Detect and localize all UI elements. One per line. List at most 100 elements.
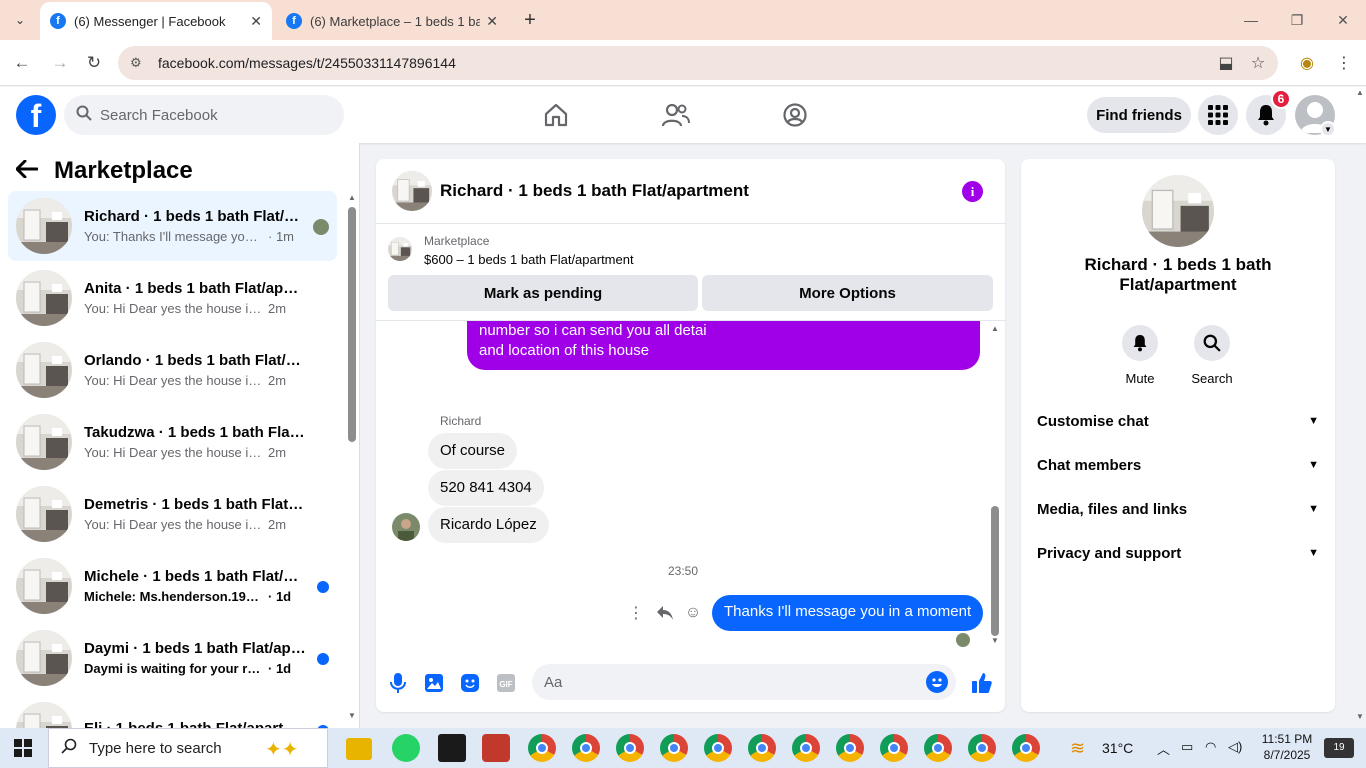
new-tab-button[interactable]: + <box>518 8 542 32</box>
reply-icon[interactable] <box>653 601 677 625</box>
back-arrow-icon[interactable] <box>15 157 39 185</box>
taskbar-search[interactable]: Type here to search ✦✦ <box>48 728 328 768</box>
search-in-chat-button[interactable]: Search <box>1182 325 1242 386</box>
friends-icon[interactable] <box>658 97 694 133</box>
menu-grid-button[interactable] <box>1198 95 1238 135</box>
customise-chat-row[interactable]: Customise chat ▼ <box>1037 409 1319 433</box>
conversation-item[interactable]: Orlando · 1 beds 1 bath Flat/apartment Yo… <box>8 335 337 405</box>
scroll-down-arrow[interactable]: ▼ <box>991 636 999 645</box>
weather-icon[interactable]: ≋ <box>1070 738 1085 759</box>
sticker-icon[interactable] <box>458 671 482 695</box>
chrome-profile-icon[interactable] <box>660 734 688 762</box>
message-input-box[interactable] <box>532 664 956 700</box>
chat-scrollbar[interactable]: ▲ ▼ <box>990 324 1000 649</box>
conversation-item[interactable]: Richard · 1 beds 1 bath Flat/apartment Yo… <box>8 191 337 261</box>
listing-price[interactable]: $600 – 1 beds 1 bath Flat/apartment <box>424 252 634 267</box>
sidebar-scrollbar[interactable]: ▲ ▼ <box>346 193 356 723</box>
chrome-profile-icon[interactable] <box>1012 734 1040 762</box>
media-files-links-row[interactable]: Media, files and links ▼ <box>1037 497 1319 521</box>
thumbs-up-icon[interactable] <box>970 671 994 695</box>
mark-pending-button[interactable]: Mark as pending <box>388 275 698 311</box>
minimize-button[interactable]: — <box>1236 8 1266 32</box>
conversation-item[interactable]: Demetris · 1 beds 1 bath Flat/apartment Y… <box>8 479 337 549</box>
volume-icon[interactable]: ◁) <box>1228 739 1242 755</box>
sender-avatar[interactable] <box>392 513 420 541</box>
chat-members-row[interactable]: Chat members ▼ <box>1037 453 1319 477</box>
whatsapp-icon[interactable] <box>392 734 420 762</box>
chrome-profile-icon[interactable] <box>572 734 600 762</box>
home-icon[interactable] <box>538 97 574 133</box>
outgoing-message-bubble[interactable]: number so i can send you all detai and l… <box>467 321 980 370</box>
page-scrollbar[interactable]: ▲ ▼ <box>1354 88 1366 728</box>
gaming-icon[interactable] <box>777 97 813 133</box>
notification-center-badge[interactable]: 19 <box>1324 738 1354 758</box>
chrome-profile-icon[interactable] <box>704 734 732 762</box>
listing-thumbnail[interactable] <box>388 237 412 261</box>
privacy-support-row[interactable]: Privacy and support ▼ <box>1037 541 1319 565</box>
chrome-profile-icon[interactable] <box>968 734 996 762</box>
more-actions-icon[interactable]: ⋮ <box>624 601 648 625</box>
temperature[interactable]: 31°C <box>1102 740 1133 756</box>
react-emoji-icon[interactable]: ☺ <box>681 601 705 625</box>
chrome-profile-icon[interactable] <box>616 734 644 762</box>
chrome-profile-icon[interactable] <box>836 734 864 762</box>
scroll-up-arrow[interactable]: ▲ <box>348 193 356 202</box>
listing-photo-avatar[interactable] <box>392 171 432 211</box>
tab-marketplace[interactable]: f (6) Marketplace – 1 beds 1 bath Flat/a… <box>276 2 508 40</box>
back-button[interactable]: ← <box>10 51 34 75</box>
chrome-profile-icon[interactable] <box>880 734 908 762</box>
scrollbar-thumb[interactable] <box>348 207 356 442</box>
site-info-icon[interactable]: ⚙ <box>130 55 146 71</box>
tab-search-icon[interactable]: ⌄ <box>8 8 32 32</box>
scrollbar-thumb[interactable] <box>991 506 999 636</box>
scroll-up-arrow[interactable]: ▲ <box>1356 88 1364 97</box>
mute-button[interactable]: Mute <box>1110 325 1170 386</box>
chrome-profile-icon[interactable] <box>924 734 952 762</box>
more-options-button[interactable]: More Options <box>702 275 993 311</box>
microphone-icon[interactable] <box>386 671 410 695</box>
browser-menu-icon[interactable]: ⋮ <box>1332 51 1356 75</box>
windows-start-icon[interactable] <box>14 739 32 757</box>
battery-icon[interactable]: ▭ <box>1181 739 1193 755</box>
restore-button[interactable]: ❐ <box>1282 8 1312 32</box>
sticky-notes-icon[interactable] <box>438 734 466 762</box>
scroll-down-arrow[interactable]: ▼ <box>348 711 356 720</box>
install-app-icon[interactable]: ⬓ <box>1214 51 1238 75</box>
tray-expand-icon[interactable]: ︿ <box>1157 739 1170 758</box>
file-explorer-icon[interactable] <box>346 738 372 760</box>
search-input[interactable] <box>100 106 320 124</box>
facebook-search[interactable] <box>64 95 344 135</box>
incoming-message-bubble[interactable]: Of course <box>428 433 518 469</box>
tab-messenger[interactable]: f (6) Messenger | Facebook ✕ <box>40 2 272 40</box>
outgoing-message-bubble[interactable]: Thanks I'll message you in a moment <box>712 595 984 631</box>
scroll-up-arrow[interactable]: ▲ <box>991 324 999 333</box>
close-tab-icon[interactable]: ✕ <box>250 13 262 30</box>
photo-icon[interactable] <box>422 671 446 695</box>
incoming-message-bubble[interactable]: 520 841 4304 <box>428 470 544 506</box>
conversation-item[interactable]: Eli · 1 beds 1 bath Flat/apartment <box>8 695 337 728</box>
scroll-down-arrow[interactable]: ▼ <box>1356 712 1364 721</box>
conversation-item[interactable]: Takudzwa · 1 beds 1 bath Flat/apartment Y… <box>8 407 337 477</box>
incoming-message-bubble[interactable]: Ricardo López <box>428 507 549 543</box>
gif-icon[interactable]: GIF <box>494 671 518 695</box>
chevron-down-icon[interactable]: ▼ <box>1320 121 1336 137</box>
facebook-logo[interactable]: f <box>16 95 56 135</box>
app-icon[interactable] <box>482 734 510 762</box>
clock[interactable]: 11:51 PM 8/7/2025 <box>1252 732 1322 762</box>
message-input[interactable] <box>544 673 904 691</box>
chat-title[interactable]: Richard · 1 beds 1 bath Flat/apartment <box>440 181 749 201</box>
emoji-icon[interactable] <box>926 671 948 693</box>
address-bar[interactable]: ⚙ facebook.com/messages/t/24550331147896… <box>118 46 1278 80</box>
conversation-item[interactable]: Anita · 1 beds 1 bath Flat/apartment You:… <box>8 263 337 333</box>
conversation-item[interactable]: Michele · 1 beds 1 bath Flat/apartment Mi… <box>8 551 337 621</box>
close-tab-icon[interactable]: ✕ <box>486 13 498 30</box>
chrome-profile-icon[interactable] <box>528 734 556 762</box>
reload-button[interactable]: ↻ <box>82 51 106 75</box>
close-window-button[interactable]: ✕ <box>1328 8 1358 32</box>
find-friends-button[interactable]: Find friends <box>1087 97 1191 133</box>
info-icon[interactable]: i <box>962 181 983 202</box>
listing-photo-avatar[interactable] <box>1142 175 1214 247</box>
bookmark-star-icon[interactable]: ☆ <box>1246 51 1270 75</box>
forward-button[interactable]: → <box>48 51 72 75</box>
profile-icon[interactable]: ◉ <box>1295 51 1319 75</box>
